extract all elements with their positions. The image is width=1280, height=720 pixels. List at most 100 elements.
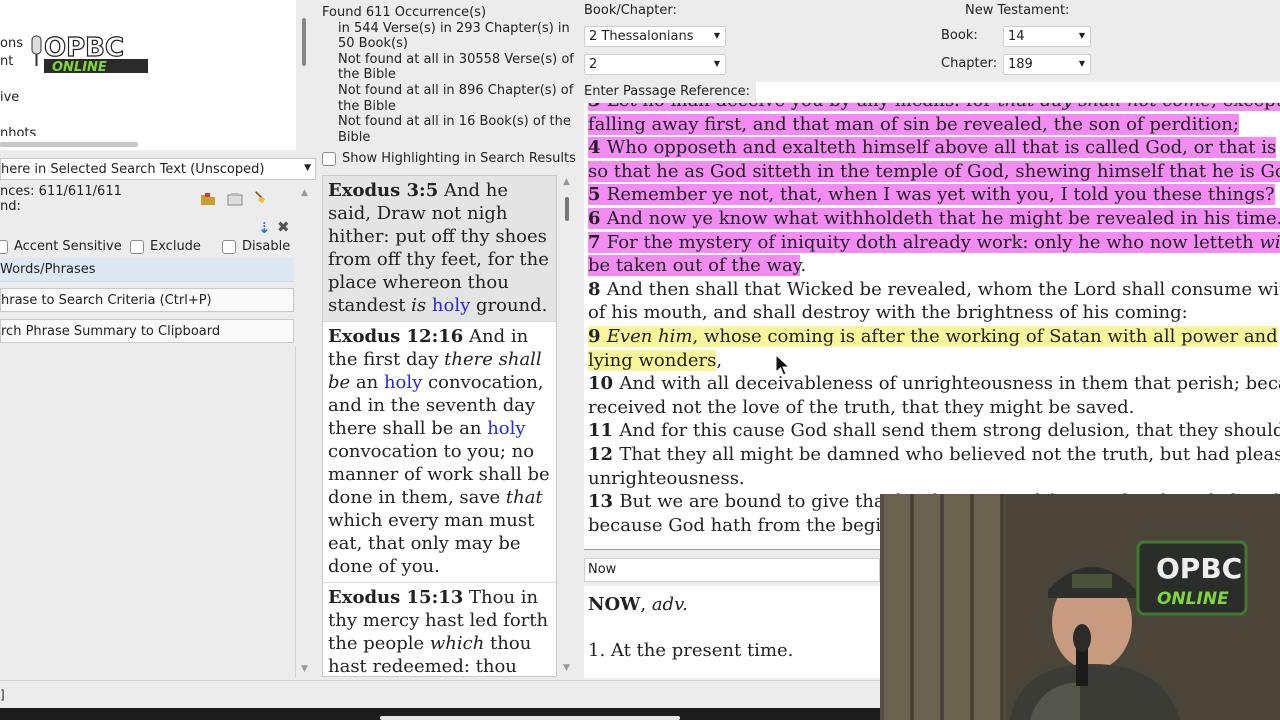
verse-line[interactable]: 7 For the mystery of iniquity doth alrea…	[588, 231, 1280, 255]
verse-word-run: lying wonders	[588, 349, 717, 371]
search-statistics: Found 611 Occurrence(s) in 544 Verse(s) …	[322, 5, 578, 145]
copy-summary-button[interactable]: rch Phrase Summary to Clipboard	[0, 319, 294, 343]
verse-line[interactable]: be taken out of the way.	[588, 254, 1280, 278]
search-scope-select[interactable]: here in Selected Search Text (Unscoped) …	[0, 158, 316, 180]
verse-line[interactable]: 10 And with all deceivableness of unrigh…	[588, 372, 1280, 396]
verse-line[interactable]: 3 Let no man deceive you by any means: f…	[588, 103, 1280, 113]
close-icon[interactable]: ✖	[277, 218, 293, 236]
result-text: which every man must eat, that only may …	[328, 510, 535, 577]
highlighted-verse-text: so that he as God sitteth in the temple …	[588, 160, 1280, 182]
verse-line[interactable]: 9 Even him, whose coming is after the wo…	[588, 325, 1280, 349]
verse-number: 13	[588, 491, 620, 513]
scroll-down-icon[interactable]: ▼	[563, 663, 570, 673]
menu-item[interactable]: ive	[0, 90, 19, 105]
verse-line[interactable]: 11 And for this cause God shall send the…	[588, 419, 1280, 443]
scroll-down-icon[interactable]: ▼	[301, 664, 308, 674]
broom-icon[interactable]	[252, 190, 268, 204]
left-panel-empty-area	[0, 346, 296, 678]
add-phrase-button[interactable]: hrase to Search Criteria (Ctrl+P)	[0, 288, 294, 312]
verse-word-run: so that he as God sitteth in the temple …	[588, 160, 1280, 182]
verse-line[interactable]: 8 And then shall that Wicked be revealed…	[588, 278, 1280, 302]
book-select-value: 2 Thessalonians	[589, 29, 694, 44]
highlighted-verse-text: lying wonders	[588, 349, 717, 371]
verse-word-run: That they all might be damned who believ…	[619, 443, 1280, 465]
show-highlighting-label: Show Highlighting in Search Results	[342, 151, 576, 166]
clear-box-icon[interactable]	[227, 192, 243, 206]
chapter-select[interactable]: 2 ▼	[584, 54, 726, 75]
checkbox-box[interactable]	[0, 239, 8, 254]
checkbox-box[interactable]	[130, 239, 144, 254]
left-panel-scrollbar[interactable]: ▲ ▼	[296, 186, 316, 678]
highlighted-verse-text: 6 And now ye know what withholdeth that …	[588, 207, 1280, 229]
menu-item[interactable]: nhots	[0, 126, 36, 136]
scroll-up-icon[interactable]: ▲	[563, 177, 570, 187]
chapter-select-value: 2	[589, 57, 598, 72]
not-found-chapters: Not found at all in 896 Chapter(s) of th…	[338, 82, 574, 114]
status-text: ]	[0, 688, 5, 702]
verse-text: received not the love of the truth, that…	[588, 397, 1134, 418]
book-select[interactable]: 2 Thessalonians ▼	[584, 26, 726, 47]
book-number-select[interactable]: 14 ▼	[1003, 26, 1091, 47]
words-phrases-list-item[interactable]: Words/Phrases	[0, 258, 294, 282]
scroll-up-icon[interactable]: ▲	[301, 188, 308, 198]
menu-vertical-scrollbar[interactable]	[302, 18, 306, 66]
checkbox-box[interactable]	[222, 239, 236, 254]
verse-text: unrighteousness.	[588, 468, 745, 489]
verse-word-run: , except	[1211, 103, 1280, 111]
result-reference[interactable]: Exodus 3:5	[328, 180, 438, 201]
highlighted-verse-text: 4 Who opposeth and exalteth himself abov…	[588, 137, 1277, 159]
passage-reference-input[interactable]	[756, 82, 1280, 102]
menu-item[interactable]: ons	[0, 36, 23, 51]
opbc-logo: OPBC ONLINE	[31, 32, 148, 75]
dictionary-headword-field[interactable]: Now	[584, 558, 880, 582]
occurrences-count: nces: 611/611/611	[0, 184, 122, 199]
search-scope-value: here in Selected Search Text (Unscoped)	[1, 162, 265, 177]
menu-item[interactable]: nt	[0, 54, 13, 69]
search-result-item[interactable]: Exodus 12:16 And in the first day there …	[323, 322, 556, 583]
verse-text: 11 And for this cause God shall send the…	[588, 420, 1280, 441]
verse-line[interactable]: falling away first, and that man of sin …	[588, 113, 1280, 137]
verse-line[interactable]: 12 That they all might be damned who bel…	[588, 443, 1280, 467]
menu-horizontal-scrollbar[interactable]	[0, 142, 138, 147]
result-text: an	[350, 372, 384, 393]
dictionary-part-of-speech: adv.	[651, 594, 688, 615]
search-result-item[interactable]: Exodus 3:5 And he said, Draw not nigh hi…	[323, 176, 556, 322]
search-term-input[interactable]	[0, 216, 250, 238]
verse-number: 10	[588, 373, 620, 395]
verse-number: 4	[588, 137, 607, 159]
checkbox-box[interactable]	[322, 151, 336, 166]
verse-number: 11	[588, 420, 620, 442]
accent-sensitive-checkbox[interactable]: Accent Sensitive	[0, 239, 122, 254]
results-scrollbar[interactable]: ▲ ▼	[558, 175, 578, 677]
chapter-number-select[interactable]: 189 ▼	[1003, 54, 1091, 75]
verse-line[interactable]: 5 Remember ye not, that, when I was yet …	[588, 183, 1280, 207]
logo-bottom-text: ONLINE	[52, 60, 107, 75]
verse-text: of his mouth, and shall destroy with the…	[588, 302, 1188, 323]
result-reference[interactable]: Exodus 15:13	[328, 587, 463, 608]
exclude-checkbox[interactable]: Exclude	[130, 239, 201, 254]
verse-line[interactable]: so that he as God sitteth in the temple …	[588, 160, 1280, 184]
disable-label: Disable	[242, 239, 291, 254]
bible-text-view[interactable]: 3 Let no man deceive you by any means: f…	[584, 103, 1280, 550]
result-reference[interactable]: Exodus 12:16	[328, 326, 463, 347]
arrow-down-icon[interactable]: ⇣	[258, 219, 274, 237]
verse-line[interactable]: unrighteousness.	[588, 467, 1280, 491]
open-folder-icon[interactable]	[200, 192, 216, 206]
verse-number: 3	[588, 103, 607, 111]
highlighted-verse-text: be taken out of the way	[588, 255, 801, 277]
scrollbar-thumb[interactable]	[565, 197, 569, 221]
verse-line[interactable]: 6 And now ye know what withholdeth that …	[588, 207, 1280, 231]
verse-text: 12 That they all might be damned who bel…	[588, 444, 1280, 465]
search-results-list[interactable]: Exodus 3:5 And he said, Draw not nigh hi…	[322, 175, 557, 677]
chapter-number-label: Chapter:	[941, 56, 998, 71]
verse-line[interactable]: lying wonders,	[588, 349, 1280, 373]
search-result-item[interactable]: Exodus 15:13 Thou in thy mercy hast led …	[323, 583, 556, 676]
verse-line[interactable]: 4 Who opposeth and exalteth himself abov…	[588, 136, 1280, 160]
show-highlighting-checkbox[interactable]: Show Highlighting in Search Results	[322, 151, 576, 166]
verse-line[interactable]: of his mouth, and shall destroy with the…	[588, 301, 1280, 325]
verse-line[interactable]: received not the love of the truth, that…	[588, 396, 1280, 420]
disable-checkbox[interactable]: Disable	[222, 239, 290, 254]
search-criteria-panel: ons nt ive nhots OPBC ONLINE here in Sel…	[0, 0, 318, 680]
verse-word-run: Remember ye not, that, when I was yet wi…	[606, 184, 1275, 206]
verse-word-run: And then shall that Wicked be revealed, …	[606, 278, 1280, 300]
